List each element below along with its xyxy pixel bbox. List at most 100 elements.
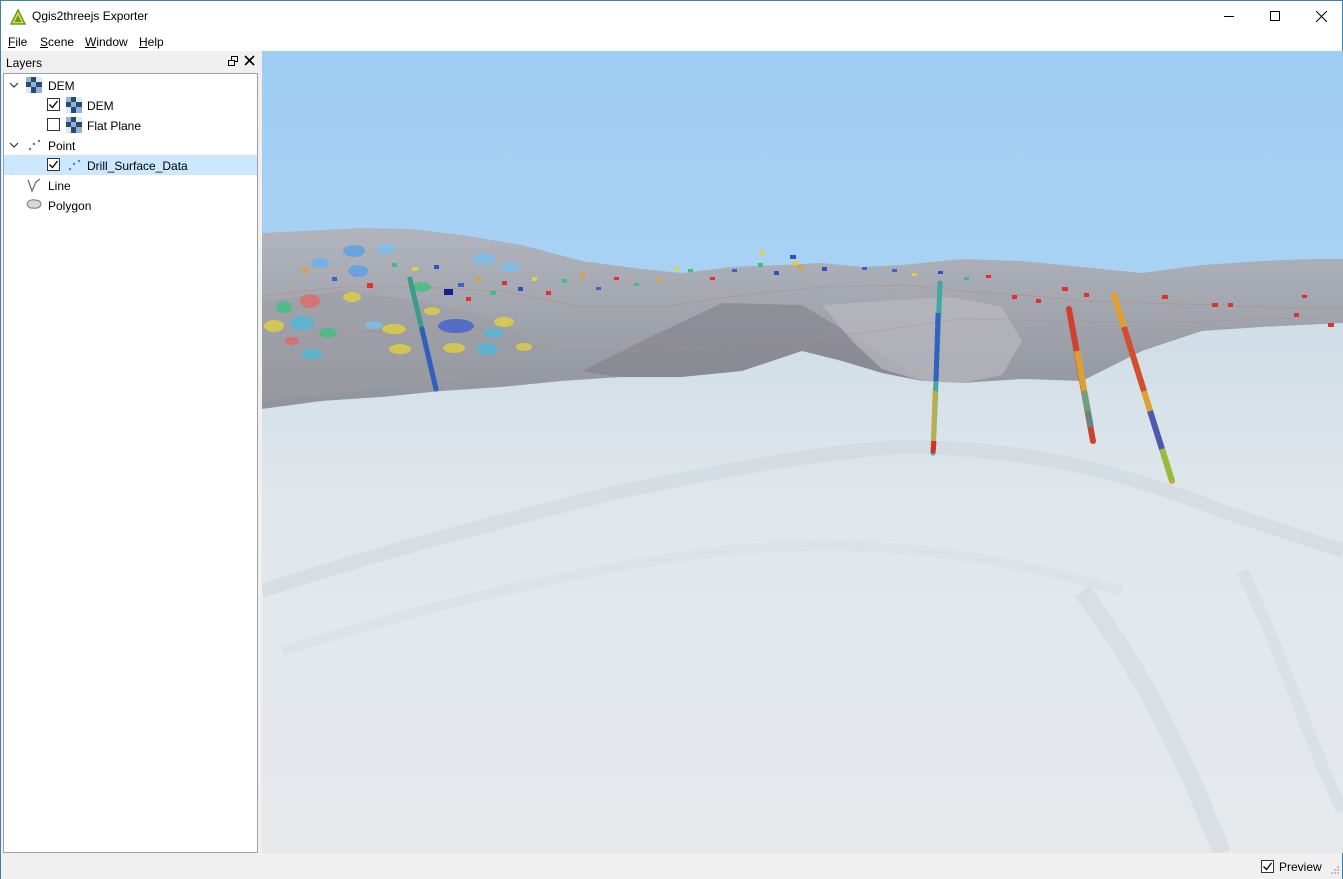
data-point xyxy=(792,261,798,265)
checkmark-icon xyxy=(49,100,59,109)
data-point xyxy=(518,287,523,291)
data-point xyxy=(532,277,537,281)
qgis-triangle-icon xyxy=(10,9,26,25)
data-marker xyxy=(365,321,383,329)
data-marker xyxy=(516,343,532,351)
layer-label: Drill_Surface_Data xyxy=(87,159,188,173)
point-layer-icon xyxy=(68,159,81,171)
data-point xyxy=(412,267,418,271)
data-point xyxy=(710,277,715,280)
layer-checkbox[interactable] xyxy=(47,158,60,171)
data-point xyxy=(634,283,639,286)
line-layer-icon xyxy=(27,178,41,193)
data-point xyxy=(656,279,661,282)
data-point xyxy=(367,283,373,288)
checkmark-icon xyxy=(49,160,59,169)
tree-item-dem[interactable]: DEM xyxy=(4,95,257,115)
data-point xyxy=(986,275,991,278)
minimize-button[interactable] xyxy=(1206,1,1252,31)
layer-checkbox[interactable] xyxy=(47,118,60,131)
close-icon xyxy=(1315,10,1327,22)
tree-group-polygon[interactable]: Polygon xyxy=(4,195,257,215)
menu-scene[interactable]: Scene xyxy=(40,35,74,49)
data-point xyxy=(732,269,737,272)
data-point xyxy=(332,277,337,281)
data-point xyxy=(674,267,679,270)
data-point xyxy=(302,269,308,273)
maximize-button[interactable] xyxy=(1252,1,1298,31)
data-point xyxy=(892,269,897,272)
data-point xyxy=(822,267,827,271)
data-marker xyxy=(484,328,504,338)
exporter-window: Qgis2threejs Exporter File Scene Window … xyxy=(0,0,1343,879)
data-point xyxy=(580,273,585,277)
data-point xyxy=(1302,295,1307,298)
raster-grid-icon xyxy=(66,97,82,113)
data-point xyxy=(758,263,763,267)
drill-hole-segment xyxy=(933,312,941,382)
tree-group-point[interactable]: Point xyxy=(4,135,257,155)
menu-file[interactable]: File xyxy=(8,35,27,49)
data-marker xyxy=(476,343,498,355)
close-button[interactable] xyxy=(1298,1,1343,31)
data-point xyxy=(444,289,453,295)
data-marker xyxy=(319,328,337,338)
tree-group-label: Line xyxy=(48,179,71,193)
layers-panel: Layers DEM DEM Flat Plane Point Drill_Su… xyxy=(2,51,259,853)
chevron-down-icon[interactable] xyxy=(9,80,19,90)
data-point xyxy=(790,255,796,259)
layer-label: Flat Plane xyxy=(87,119,142,133)
data-point xyxy=(466,297,471,301)
data-point xyxy=(1084,293,1089,297)
size-grip-icon[interactable] xyxy=(1330,865,1340,875)
data-point xyxy=(502,281,507,285)
data-point xyxy=(1036,299,1041,303)
layer-checkbox[interactable] xyxy=(47,98,60,111)
close-icon[interactable] xyxy=(244,55,255,66)
data-marker xyxy=(500,262,520,272)
float-icon[interactable] xyxy=(228,56,238,66)
data-point xyxy=(1012,295,1017,299)
data-point xyxy=(964,277,969,280)
chevron-down-icon[interactable] xyxy=(9,140,19,150)
data-point xyxy=(760,251,765,255)
tree-group-label: Polygon xyxy=(48,199,92,213)
tree-group-line[interactable]: Line xyxy=(4,175,257,195)
data-point xyxy=(1162,295,1168,299)
menu-window[interactable]: Window xyxy=(85,35,128,49)
data-point xyxy=(434,265,439,269)
menu-help[interactable]: Help xyxy=(139,35,164,49)
3d-preview-viewport[interactable] xyxy=(262,51,1343,853)
data-marker xyxy=(285,337,299,345)
layers-tree[interactable]: DEM DEM Flat Plane Point Drill_Surface_D… xyxy=(3,73,258,853)
polygon-layer-icon xyxy=(26,199,42,209)
tree-group-dem[interactable]: DEM xyxy=(4,75,257,95)
menu-bar: File Scene Window Help xyxy=(1,32,1342,51)
data-marker xyxy=(382,324,406,334)
tree-item-drill-surface-data[interactable]: Drill_Surface_Data xyxy=(4,155,257,175)
data-point xyxy=(1212,303,1218,307)
data-point xyxy=(596,287,601,290)
data-point xyxy=(938,271,943,274)
data-point xyxy=(862,267,867,270)
data-point xyxy=(1294,313,1299,317)
title-bar[interactable]: Qgis2threejs Exporter xyxy=(1,1,1342,32)
drill-hole-segment xyxy=(930,440,937,454)
data-marker xyxy=(438,319,474,333)
3d-scene-render xyxy=(262,51,1343,853)
data-point xyxy=(490,291,496,295)
data-marker xyxy=(343,245,365,257)
tree-group-label: DEM xyxy=(48,79,75,93)
data-marker xyxy=(264,320,284,332)
point-layer-icon xyxy=(28,139,41,151)
raster-grid-icon xyxy=(66,117,82,133)
preview-checkbox[interactable] xyxy=(1261,860,1274,873)
layers-panel-header[interactable]: Layers xyxy=(2,51,259,73)
preview-label[interactable]: Preview xyxy=(1279,860,1322,874)
data-marker xyxy=(343,292,361,302)
status-bar: Preview xyxy=(1,853,1342,879)
tree-item-flat-plane[interactable]: Flat Plane xyxy=(4,115,257,135)
data-point xyxy=(614,277,619,280)
maximize-icon xyxy=(1270,11,1280,21)
data-point xyxy=(392,263,397,267)
